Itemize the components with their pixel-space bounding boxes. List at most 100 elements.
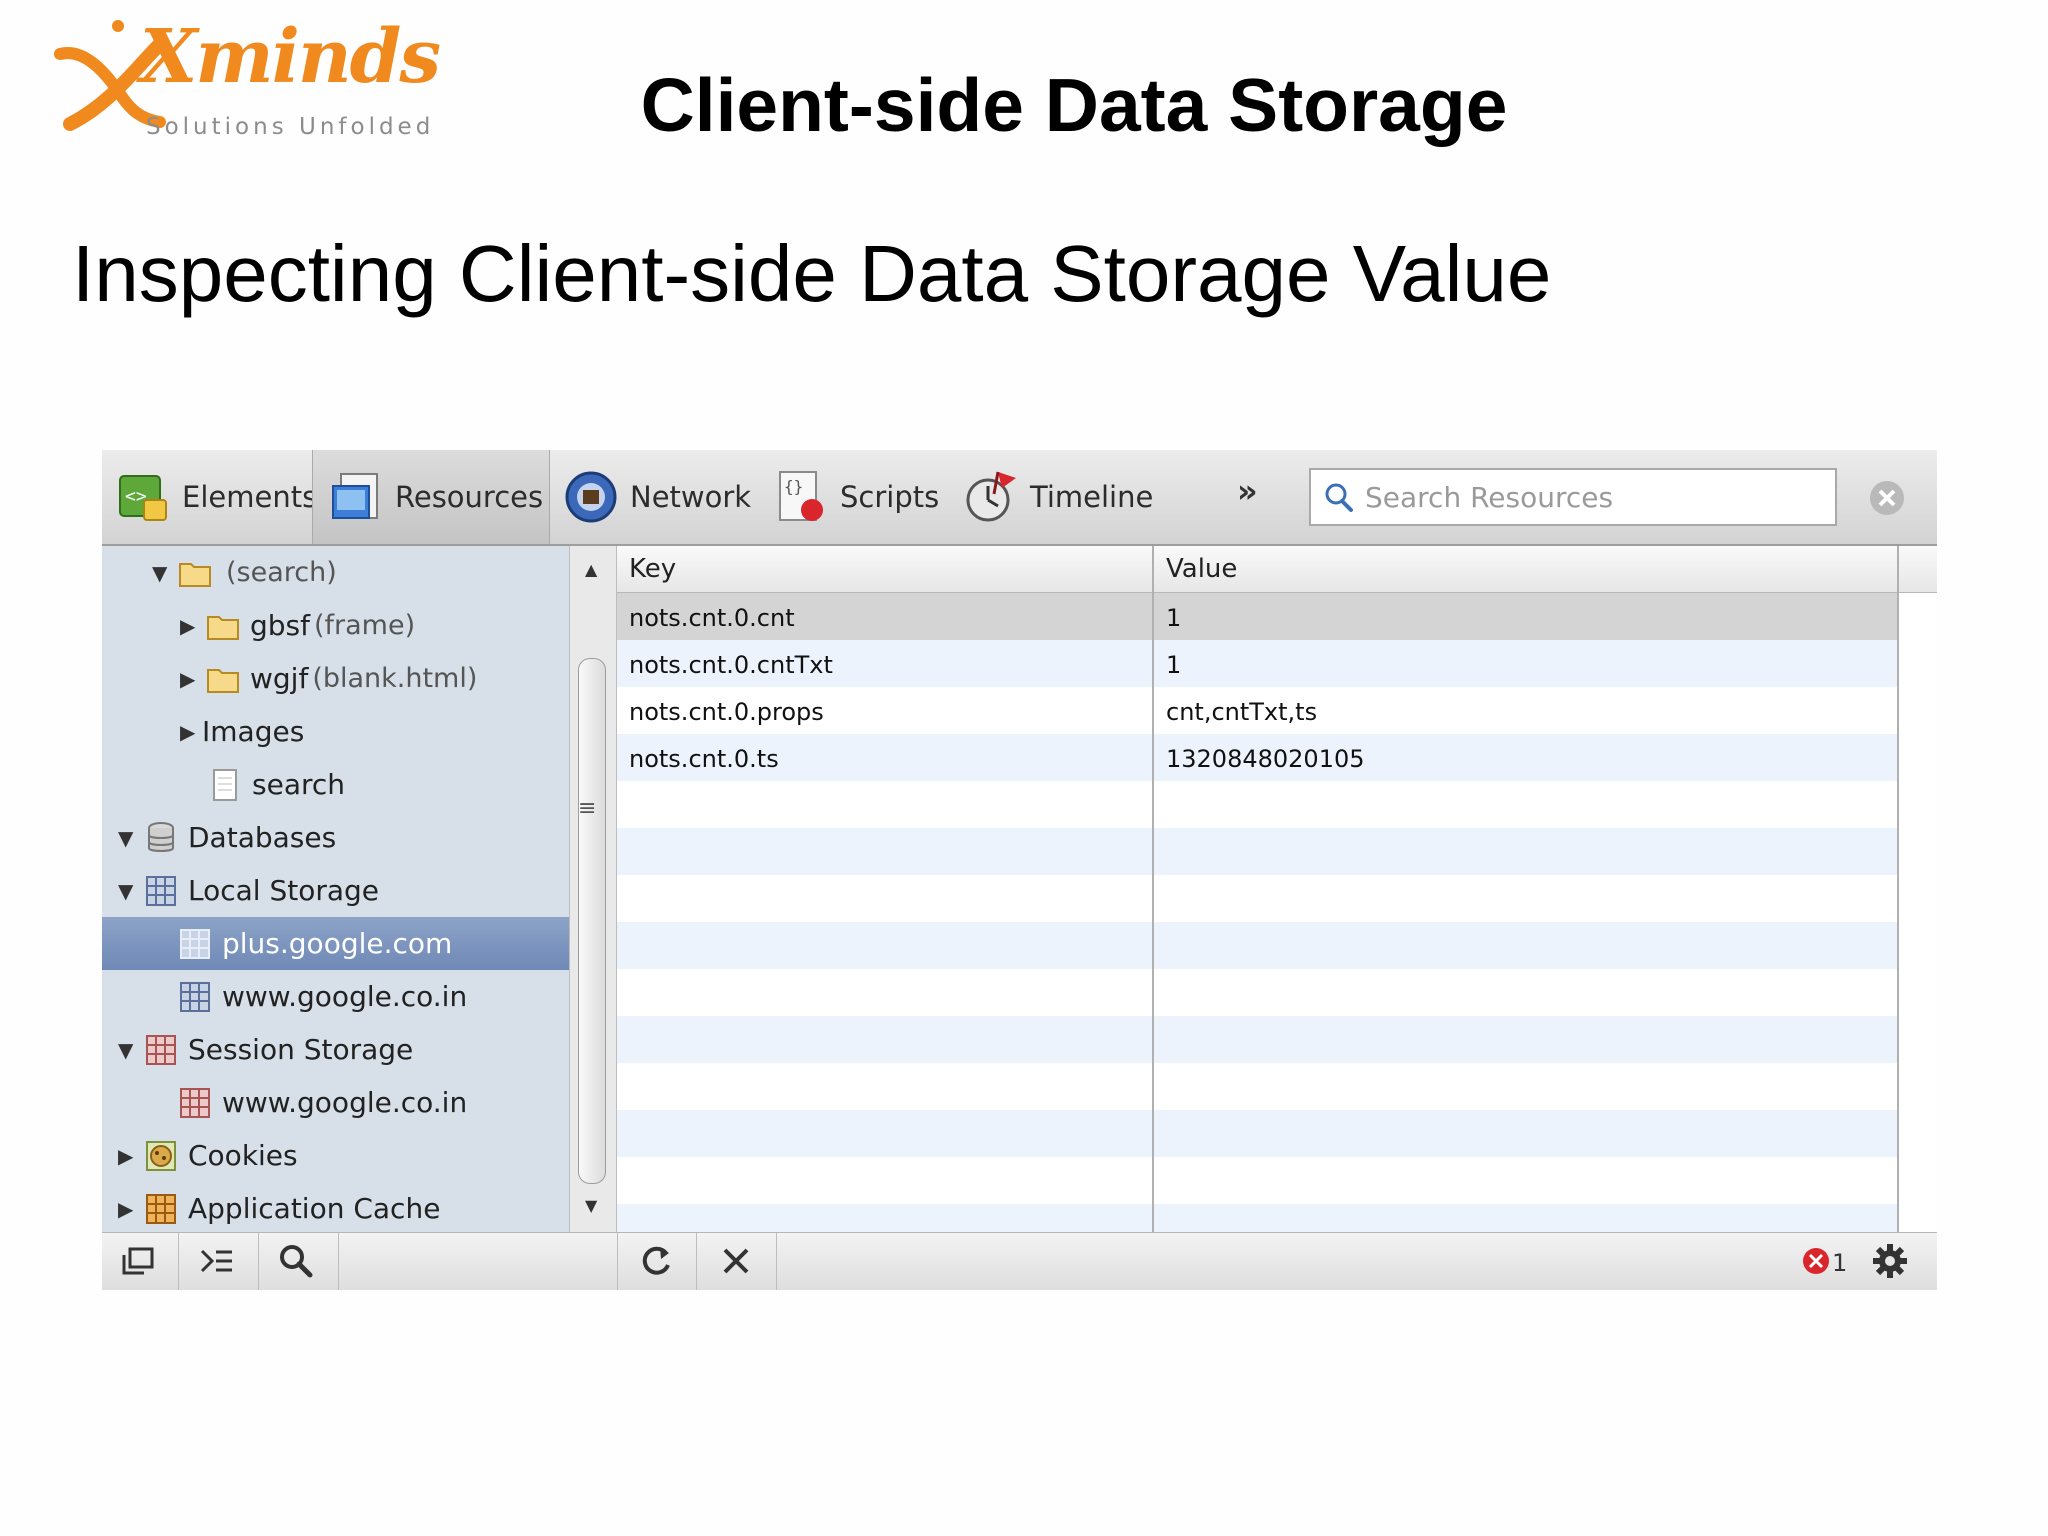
tree-item-local-google-co-in[interactable]: www.google.co.in [102, 970, 569, 1023]
tab-elements[interactable]: <> Elements [114, 450, 317, 544]
devtools-window: <> Elements Resources Network {} Scripts… [102, 450, 1937, 1290]
folder-icon [207, 668, 239, 693]
row-key: nots.cnt.0.ts [629, 745, 779, 773]
sidebar-scrollbar[interactable]: ▲ ≡ ▼ [569, 546, 617, 1232]
tree-item-cookies[interactable]: ▶ Cookies [102, 1129, 569, 1182]
tree-item-local-storage[interactable]: ▼ Local Storage [102, 864, 569, 917]
error-icon[interactable] [1796, 1241, 1836, 1281]
tree-item-gbsf[interactable]: ▶ gbsf (frame) [102, 599, 569, 652]
scroll-down-arrow-icon[interactable]: ▼ [585, 1196, 597, 1215]
column-header-value[interactable]: Value [1166, 554, 1237, 584]
tree-item-wgjf[interactable]: ▶ wgjf (blank.html) [102, 652, 569, 705]
scrollbar-grip-icon: ≡ [578, 796, 597, 821]
table-row[interactable]: nots.cnt.0.cnt 1 [617, 593, 1897, 640]
collapsed-arrow-icon[interactable]: ▶ [118, 1144, 140, 1168]
tree-item-search-document[interactable]: search [102, 758, 569, 811]
empty-row [617, 1204, 1897, 1232]
resources-icon [332, 473, 378, 519]
storage-grid-icon [146, 875, 176, 906]
document-icon [213, 768, 237, 801]
application-cache-icon [146, 1193, 176, 1224]
gear-icon[interactable] [1870, 1241, 1910, 1281]
elements-icon: <> [119, 475, 167, 521]
row-value: 1320848020105 [1166, 745, 1365, 773]
database-icon [148, 821, 174, 852]
expanded-arrow-icon[interactable]: ▼ [152, 561, 174, 585]
storage-grid-icon [180, 928, 210, 959]
inspect-search-icon[interactable] [276, 1241, 316, 1281]
tab-scripts-label: Scripts [840, 480, 940, 514]
column-divider[interactable] [1152, 546, 1154, 1232]
expanded-arrow-icon[interactable]: ▼ [118, 1038, 140, 1062]
statusbar-separator [617, 1233, 618, 1290]
collapsed-arrow-icon[interactable]: ▶ [180, 720, 202, 744]
table-row[interactable]: nots.cnt.0.ts 1320848020105 [617, 734, 1897, 781]
folder-icon [179, 562, 211, 587]
svg-text:{}: {} [784, 477, 803, 496]
slide-title: Client-side Data Storage [640, 63, 1508, 147]
search-resources-input[interactable] [1363, 472, 1827, 522]
tree-item-search-frame[interactable]: ▼ (search) [102, 546, 569, 599]
storage-table: Key Value nots.cnt.0.cnt 1 nots.cnt.0.cn… [617, 546, 1937, 1232]
row-key: nots.cnt.0.cntTxt [629, 651, 833, 679]
tab-elements-label: Elements [182, 480, 318, 514]
empty-row [617, 875, 1897, 922]
scrollbar-thumb[interactable] [578, 658, 606, 1184]
empty-row [617, 969, 1897, 1016]
more-tabs-chevron[interactable]: » [1237, 472, 1258, 510]
scroll-up-arrow-icon[interactable]: ▲ [585, 560, 597, 579]
column-header-key[interactable]: Key [629, 554, 676, 584]
column-divider[interactable] [1897, 546, 1899, 1232]
table-row[interactable]: nots.cnt.0.cntTxt 1 [617, 640, 1897, 687]
error-count: 1 [1832, 1249, 1848, 1277]
console-icon[interactable] [196, 1241, 236, 1281]
statusbar-separator [696, 1233, 697, 1290]
empty-row [617, 828, 1897, 875]
session-storage-icon [146, 1034, 176, 1065]
empty-row [617, 781, 1897, 828]
devtools-statusbar: 1 [102, 1232, 1937, 1290]
tab-timeline[interactable]: Timeline [962, 450, 1153, 544]
empty-row [617, 1016, 1897, 1063]
statusbar-separator [258, 1233, 259, 1290]
tab-timeline-label: Timeline [1030, 480, 1154, 514]
refresh-icon[interactable] [636, 1241, 676, 1281]
tree-item-session-storage[interactable]: ▼ Session Storage [102, 1023, 569, 1076]
delete-icon[interactable] [716, 1241, 756, 1281]
row-key: nots.cnt.0.cnt [629, 604, 795, 632]
tab-scripts[interactable]: {} Scripts [772, 450, 939, 544]
session-storage-icon [180, 1087, 210, 1118]
search-resources-box[interactable] [1309, 468, 1837, 526]
resources-sidebar: ▼ (search) ▶ gbsf (frame) ▶ wgjf (blank.… [102, 546, 569, 1232]
expanded-arrow-icon[interactable]: ▼ [118, 879, 140, 903]
tree-item-images[interactable]: ▶ Images [102, 705, 569, 758]
dock-window-icon[interactable] [118, 1241, 158, 1281]
tree-item-session-google-co-in[interactable]: www.google.co.in [102, 1076, 569, 1129]
timeline-icon [966, 471, 1016, 522]
tab-network[interactable]: Network [562, 450, 751, 544]
devtools-toolbar: <> Elements Resources Network {} Scripts… [102, 450, 1937, 546]
storage-grid-icon [180, 981, 210, 1012]
tree-item-databases[interactable]: ▼ Databases [102, 811, 569, 864]
empty-row [617, 1063, 1897, 1110]
expanded-arrow-icon[interactable]: ▼ [118, 826, 140, 850]
statusbar-separator [178, 1233, 179, 1290]
tab-resources-label: Resources [395, 480, 544, 514]
row-value: cnt,cntTxt,ts [1166, 698, 1318, 726]
statusbar-separator [338, 1233, 339, 1290]
collapsed-arrow-icon[interactable]: ▶ [180, 667, 202, 691]
table-header: Key Value [617, 546, 1937, 593]
close-icon[interactable] [1867, 478, 1907, 518]
folder-icon [207, 615, 239, 640]
scripts-icon: {} [779, 471, 823, 521]
tree-item-application-cache[interactable]: ▶ Application Cache [102, 1182, 569, 1232]
tab-resources[interactable]: Resources [312, 450, 550, 544]
row-value: 1 [1166, 651, 1182, 679]
slide-subtitle: Inspecting Client-side Data Storage Valu… [72, 229, 1552, 318]
empty-row [617, 922, 1897, 969]
collapsed-arrow-icon[interactable]: ▶ [180, 614, 202, 638]
tree-item-plus-google-com[interactable]: plus.google.com [102, 917, 569, 970]
statusbar-separator [776, 1233, 777, 1290]
collapsed-arrow-icon[interactable]: ▶ [118, 1197, 140, 1221]
table-row[interactable]: nots.cnt.0.props cnt,cntTxt,ts [617, 687, 1897, 734]
